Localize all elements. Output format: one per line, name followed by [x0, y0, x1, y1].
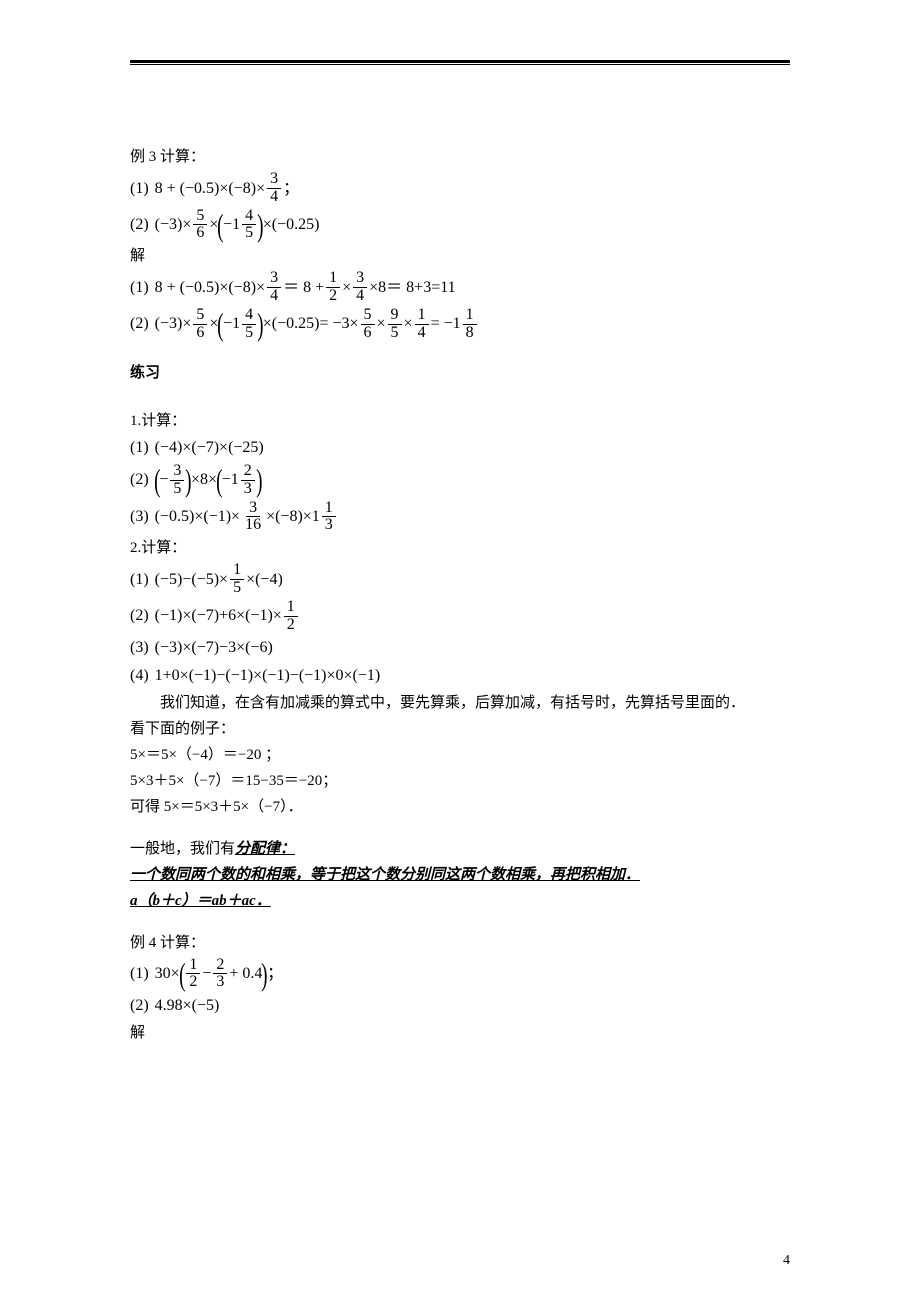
fraction: 3 4 [267, 171, 281, 206]
expr: 8 + (−0.5)×(−8)× [155, 176, 265, 202]
right-paren-icon: ) [257, 308, 263, 340]
left-paren-icon: ( [216, 464, 222, 496]
practice-heading: 练习 [130, 361, 790, 385]
label: (2) [130, 311, 149, 337]
ex3-sol1: (1) 8 + (−0.5)×(−8)× 34 ＝ 8 + 12 × 34 ×8… [130, 270, 790, 305]
left-paren-icon: ( [218, 308, 224, 340]
equation-line: 5×＝5×（−4）＝−20 ； [130, 743, 790, 767]
q1-item2: (2) ( − 35 ) ×8× ( −1 23 ) [130, 463, 790, 498]
horizontal-rule [130, 60, 790, 65]
distributive-law-formula: a（b＋c）＝ab＋ac． [130, 889, 790, 913]
paragraph: 看下面的例子： [130, 717, 790, 741]
right-paren-icon: ) [257, 209, 263, 241]
tail: ； [283, 176, 299, 202]
q1-item3: (3) (−0.5)×(−1)× 316 ×(−8)×1 13 [130, 500, 790, 535]
label: (1) [130, 275, 149, 301]
emphasis: 分配律： [235, 841, 295, 857]
equation-line: 5×3＋5×（−7）＝15−35＝−20； [130, 769, 790, 793]
distributive-law-text: 一个数同两个数的和相乘，等于把这个数分别同这两个数相乘，再把积相加． [130, 863, 790, 887]
paragraph: 我们知道，在含有加减乘的算式中，要先算乘，后算加减，有括号时，先算括号里面的． [130, 691, 790, 715]
example3-title: 例 3 计算： [130, 145, 790, 169]
ex4-item1: (1) 30× ( 12 − 23 + 0.4 ) ； [130, 957, 790, 992]
q1-item1: (1) (−4)×(−7)×(−25) [130, 435, 790, 461]
example4-title: 例 4 计算： [130, 931, 790, 955]
ex3-item1: (1) 8 + (−0.5)×(−8)× 3 4 ； [130, 171, 790, 206]
solve-label: 解 [130, 244, 790, 268]
label: (2) [130, 212, 149, 238]
q2-item2: (2) (−1)×(−7)+6×(−1)× 12 [130, 599, 790, 634]
left-paren-icon: ( [218, 209, 224, 241]
ex3-sol2: (2) (−3)× 56 × ( −1 45 ) ×(−0.25)= −3× 5… [130, 307, 790, 342]
fraction: 5 6 [193, 208, 207, 243]
right-paren-icon: ) [256, 464, 262, 496]
right-paren-icon: ) [185, 464, 191, 496]
q2-item3: (3) (−3)×(−7)−3×(−6) [130, 635, 790, 661]
page-number: 4 [783, 1250, 790, 1272]
q2-item4: (4) 1+0×(−1)−(−1)×(−1)−(−1)×0×(−1) [130, 663, 790, 689]
equation-line: 可得 5×＝5×3＋5×（−7）． [130, 795, 790, 819]
ex4-item2: (2) 4.98×(−5) [130, 993, 790, 1019]
q1-title: 1.计算： [130, 409, 790, 433]
left-paren-icon: ( [154, 464, 160, 496]
label: (1) [130, 176, 149, 202]
left-paren-icon: ( [179, 958, 185, 990]
page: 例 3 计算： (1) 8 + (−0.5)×(−8)× 3 4 ； (2) (… [0, 0, 920, 1302]
fraction: 4 5 [242, 208, 256, 243]
right-paren-icon: ) [262, 958, 268, 990]
q2-item1: (1) (−5)−(−5)× 15 ×(−4) [130, 562, 790, 597]
paragraph: 一般地，我们有分配律： [130, 837, 790, 861]
ex3-item2: (2) (−3)× 5 6 × ( −1 4 5 ) ×(−0.25) [130, 208, 790, 243]
solve-label: 解 [130, 1021, 790, 1045]
q2-title: 2.计算： [130, 536, 790, 560]
